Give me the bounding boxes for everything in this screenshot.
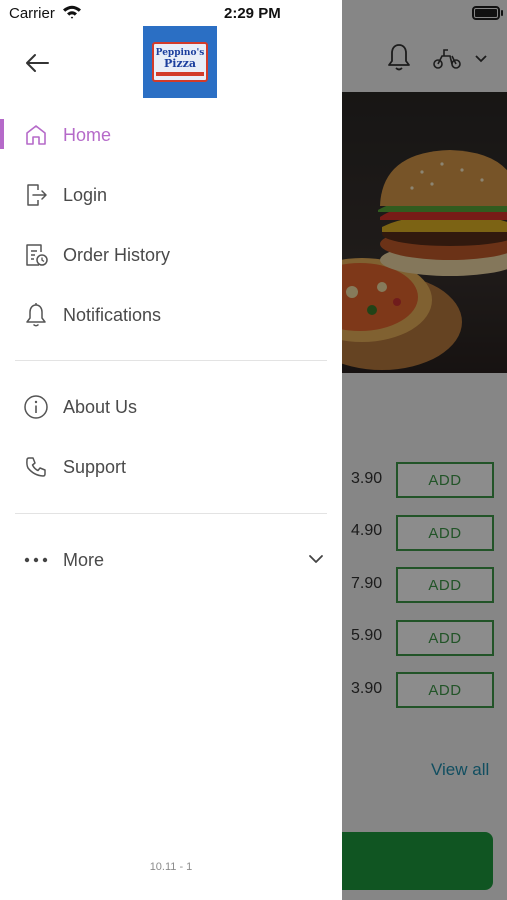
logo-ribbon	[156, 72, 204, 76]
menu-item-home[interactable]: Home	[0, 110, 342, 160]
menu-item-label: Login	[63, 184, 108, 205]
chevron-down-icon[interactable]	[306, 552, 326, 566]
info-icon	[23, 394, 49, 420]
menu-item-support[interactable]: Support	[0, 442, 342, 492]
menu-item-label: Home	[63, 124, 112, 145]
wifi-icon	[63, 5, 81, 19]
order-history-icon	[23, 242, 49, 268]
bell-icon	[23, 302, 49, 328]
logo-badge: Peppino's Pizza	[152, 42, 208, 82]
menu-item-order-history[interactable]: Order History	[0, 230, 342, 280]
more-dots-icon	[23, 547, 49, 573]
navigation-drawer: Peppino's Pizza Home Login Order History…	[0, 0, 342, 900]
phone-icon	[23, 454, 49, 480]
login-icon	[23, 182, 49, 208]
menu-item-label: Order History	[63, 244, 171, 265]
back-button[interactable]	[20, 48, 54, 78]
battery-icon	[472, 6, 500, 20]
menu-item-notifications[interactable]: Notifications	[0, 290, 342, 340]
menu-item-about-us[interactable]: About Us	[0, 382, 342, 432]
menu-item-more[interactable]: More	[0, 535, 342, 585]
logo-text-line2: Pizza	[163, 57, 197, 70]
divider	[15, 360, 327, 361]
menu-item-login[interactable]: Login	[0, 170, 342, 220]
divider	[15, 513, 327, 514]
menu-item-label: Support	[63, 456, 127, 477]
restaurant-logo: Peppino's Pizza	[143, 26, 217, 98]
status-bar: Carrier 2:29 PM	[0, 0, 507, 28]
clock-time: 2:29 PM	[224, 5, 281, 22]
menu-item-label: Notifications	[63, 304, 162, 325]
battery-tip	[501, 10, 503, 16]
home-icon	[23, 122, 49, 148]
menu-item-label: About Us	[63, 396, 138, 417]
carrier-label: Carrier	[9, 5, 55, 22]
app-version: 10.11 - 1	[149, 861, 193, 873]
arrow-left-icon	[26, 54, 49, 72]
menu-item-label: More	[63, 549, 105, 570]
